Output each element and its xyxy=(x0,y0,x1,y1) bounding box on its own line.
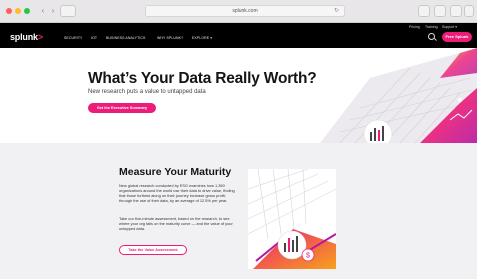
hero-title: What’s Your Data Really Worth? xyxy=(88,70,317,87)
hero-banner: What’s Your Data Really Worth? New resea… xyxy=(0,48,477,143)
free-splunk-button[interactable]: Free Splunk xyxy=(442,32,472,42)
nav-item-business-analytics[interactable]: Business Analytics xyxy=(106,36,145,40)
section-title: Measure Your Maturity xyxy=(119,166,232,178)
tabs-icon[interactable] xyxy=(450,5,462,17)
section-paragraph-1: New global research conducted by ESG exa… xyxy=(119,183,235,204)
logo-text: splunk xyxy=(10,32,38,42)
address-url: splunk.com xyxy=(232,8,258,14)
nav-item-explore[interactable]: Explore ▾ xyxy=(192,36,212,40)
maturity-illustration: $ xyxy=(248,169,336,269)
hero-subtitle: New research puts a value to untapped da… xyxy=(88,89,206,95)
executive-summary-button[interactable]: Get the Executive Summary xyxy=(88,103,156,113)
browser-toolbar: ‹ › splunk.com ↻ xyxy=(0,0,477,23)
address-bar[interactable]: splunk.com ↻ xyxy=(145,5,345,17)
search-icon[interactable] xyxy=(428,33,435,40)
forward-icon[interactable]: › xyxy=(48,6,58,16)
back-icon[interactable]: ‹ xyxy=(38,6,48,16)
hero-illustration xyxy=(320,48,477,143)
nav-item-why-splunk[interactable]: Why Splunk? xyxy=(157,36,183,40)
logo-chevron: > xyxy=(37,32,43,42)
downloads-icon[interactable] xyxy=(418,5,430,17)
utility-link-training[interactable]: Training xyxy=(425,25,438,29)
section-paragraph-2: Take our five-minute assessment, based o… xyxy=(119,216,233,232)
nav-item-iot[interactable]: IoT xyxy=(91,36,97,40)
close-window-icon[interactable] xyxy=(6,8,12,14)
zoom-window-icon[interactable] xyxy=(24,8,30,14)
share-icon[interactable] xyxy=(434,5,446,17)
new-tab-icon[interactable] xyxy=(464,5,474,17)
value-assessment-button[interactable]: Take the Value Assessment xyxy=(119,245,187,255)
minimize-window-icon[interactable] xyxy=(15,8,21,14)
nav-item-security[interactable]: Security xyxy=(64,36,83,40)
splunk-logo[interactable]: splunk> xyxy=(10,32,43,42)
site-header: Pricing Training Support ▾ splunk> Secur… xyxy=(0,23,477,48)
utility-link-pricing[interactable]: Pricing xyxy=(409,25,420,29)
maturity-section: Measure Your Maturity New global researc… xyxy=(0,143,477,279)
reload-icon[interactable]: ↻ xyxy=(334,6,339,17)
dollar-icon: $ xyxy=(306,253,310,260)
utility-link-support[interactable]: Support ▾ xyxy=(442,25,457,29)
sidebar-toggle-icon[interactable] xyxy=(60,5,76,17)
